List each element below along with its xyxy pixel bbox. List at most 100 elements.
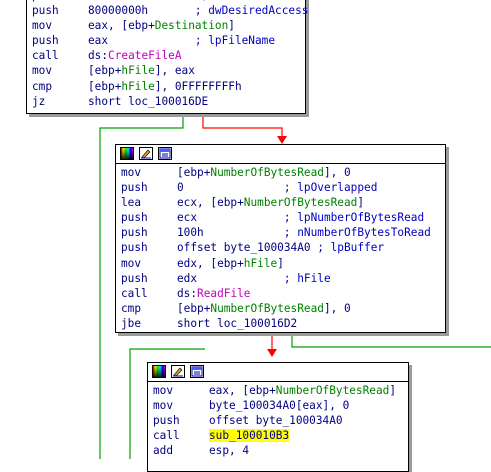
block2-header: [116, 145, 445, 164]
instruction-line[interactable]: call ds:ReadFile: [121, 286, 445, 301]
mnemonic: jz: [32, 94, 46, 108]
instruction-line[interactable]: jz short loc_100016DE: [32, 94, 305, 109]
code-block-2[interactable]: mov [ebp+NumberOfBytesRead], 0 push 0 ; lpO…: [115, 144, 446, 333]
operand: ], 0: [323, 166, 351, 179]
variable-name[interactable]: hFile: [121, 80, 154, 93]
arrow-head-1: [277, 136, 287, 144]
mnemonic: cmp: [121, 301, 142, 315]
mnemonic: cmp: [32, 79, 53, 93]
operand: [ebp+: [177, 166, 211, 179]
instruction-line[interactable]: call ds:CreateFileA: [32, 48, 305, 63]
color-picker-icon[interactable]: [152, 365, 166, 378]
operand: 1: [88, 0, 95, 2]
instruction-line[interactable]: mov byte_100034A0[eax], 0: [153, 398, 408, 413]
mnemonic: mov: [153, 384, 174, 397]
instruction-line[interactable]: jbe short loc_100016D2: [121, 316, 445, 331]
mnemonic: jbe: [121, 316, 142, 330]
mnemonic: push: [32, 34, 59, 48]
instruction-line[interactable]: push 100h ; nNumberOfBytesToRead: [121, 225, 445, 240]
comment: ; nNumberOfBytesToRead: [203, 226, 431, 240]
mnemonic: lea: [121, 196, 142, 210]
instruction-line[interactable]: push 80000000h ; dwDesiredAccess: [32, 3, 309, 18]
mnemonic: mov: [32, 19, 53, 33]
mnemonic: push: [121, 271, 148, 285]
variable-name[interactable]: NumberOfBytesRead: [244, 196, 358, 209]
instruction-line[interactable]: mov [ebp+NumberOfBytesRead], 0: [121, 165, 445, 180]
mnemonic: call: [32, 49, 59, 63]
mnemonic: push: [121, 211, 148, 225]
operand: eax: [88, 34, 109, 48]
code-block-1[interactable]: push 1 ; dwShareMode push 80000000h ; dwDes…: [26, 0, 309, 114]
variable-name[interactable]: Destination: [155, 19, 228, 32]
operand: ]: [389, 384, 397, 397]
instruction-line[interactable]: cmp [ebp+NumberOfBytesRead], 0: [121, 301, 445, 316]
comment: ; lpOverlapped: [183, 181, 378, 195]
operand: offset byte_100034A0: [177, 241, 311, 255]
function-name[interactable]: ReadFile: [197, 287, 250, 300]
instruction-line[interactable]: mov edx, [ebp+hFile]: [121, 256, 445, 271]
operand: short loc_100016DE: [88, 94, 209, 108]
rename-icon[interactable]: [139, 147, 153, 160]
operand: ds:: [177, 286, 198, 300]
mnemonic: mov: [121, 166, 142, 179]
mnemonic: mov: [32, 64, 53, 78]
operand: ], eax: [154, 64, 195, 78]
operand: [ebp+: [88, 79, 122, 93]
arrow-head-2: [267, 349, 277, 357]
graph-view: push 1 ; dwShareMode push 80000000h ; dwDes…: [0, 0, 491, 472]
instruction-line[interactable]: mov eax, [ebp+NumberOfBytesRead]: [153, 383, 408, 398]
operand: eax, [ebp+: [209, 384, 276, 397]
function-name[interactable]: CreateFileA: [108, 49, 181, 62]
instruction-line[interactable]: cmp [ebp+hFile], 0FFFFFFFFh: [32, 79, 305, 94]
instruction-line[interactable]: mov [ebp+hFile], eax: [32, 63, 305, 78]
instruction-line[interactable]: push eax ; lpFileName: [32, 33, 305, 48]
instruction-line[interactable]: push offset byte_100034A0: [153, 413, 408, 428]
operand: ecx: [177, 211, 198, 225]
operand: byte_100034A0[eax], 0: [209, 399, 350, 413]
comment: ; dwDesiredAccess: [148, 4, 309, 18]
graph-icon[interactable]: [158, 147, 172, 160]
mnemonic: push: [121, 226, 148, 240]
comment: ; lpFileName: [108, 34, 276, 48]
edge-fallthrough-1[interactable]: [202, 114, 283, 138]
operand: ], 0FFFFFFFFh: [154, 79, 242, 93]
instruction-line[interactable]: push ecx ; lpNumberOfBytesRead: [121, 210, 445, 225]
variable-name[interactable]: hFile: [121, 64, 154, 77]
operand: edx: [177, 271, 198, 285]
mnemonic: push: [32, 4, 59, 18]
variable-name[interactable]: NumberOfBytesRead: [210, 166, 324, 179]
code-block-3[interactable]: mov eax, [ebp+NumberOfBytesRead] mov byte_1…: [147, 362, 409, 472]
operand: ds:: [88, 49, 109, 63]
mnemonic: add: [153, 444, 174, 458]
operand: ecx, [ebp+: [177, 196, 244, 210]
instruction-line[interactable]: add esp, 4: [153, 443, 408, 458]
block1-instructions: push 1 ; dwShareMode push 80000000h ; dwDes…: [27, 0, 309, 109]
rename-icon[interactable]: [171, 365, 185, 378]
instruction-line[interactable]: push edx ; hFile: [121, 271, 445, 286]
instruction-line[interactable]: lea ecx, [ebp+NumberOfBytesRead]: [121, 195, 445, 210]
operand: [ebp+: [88, 64, 122, 78]
variable-name[interactable]: hFile: [244, 257, 277, 270]
block3-header: [148, 363, 408, 382]
operand: offset byte_100034A0: [209, 414, 343, 428]
mnemonic: call: [153, 429, 180, 443]
operand: short loc_100016D2: [177, 316, 298, 330]
instruction-line[interactable]: push 0 ; lpOverlapped: [121, 180, 445, 195]
graph-icon[interactable]: [190, 365, 204, 378]
instruction-line[interactable]: mov eax, [ebp+Destination]: [32, 18, 305, 33]
block3-instructions: mov eax, [ebp+NumberOfBytesRead] mov byte_1…: [148, 382, 408, 458]
block2-instructions: mov [ebp+NumberOfBytesRead], 0 push 0 ; lpO…: [116, 164, 445, 331]
instruction-line[interactable]: push offset byte_100034A0 ; lpBuffer: [121, 240, 445, 255]
instruction-line[interactable]: call sub_100010B3: [153, 428, 408, 443]
color-picker-icon[interactable]: [120, 147, 134, 160]
operand: edx, [ebp+: [177, 256, 244, 270]
comment: ; dwShareMode: [95, 0, 289, 2]
highlighted-call-target[interactable]: sub_100010B3: [209, 429, 290, 443]
edge-jump-taken-2[interactable]: [291, 333, 491, 348]
mnemonic: mov: [121, 256, 142, 270]
variable-name[interactable]: NumberOfBytesRead: [210, 302, 324, 315]
operand: ]: [357, 196, 365, 210]
variable-name[interactable]: NumberOfBytesRead: [276, 384, 390, 397]
comment: ; lpNumberOfBytesRead: [197, 211, 425, 225]
operand: 100h: [177, 226, 204, 240]
